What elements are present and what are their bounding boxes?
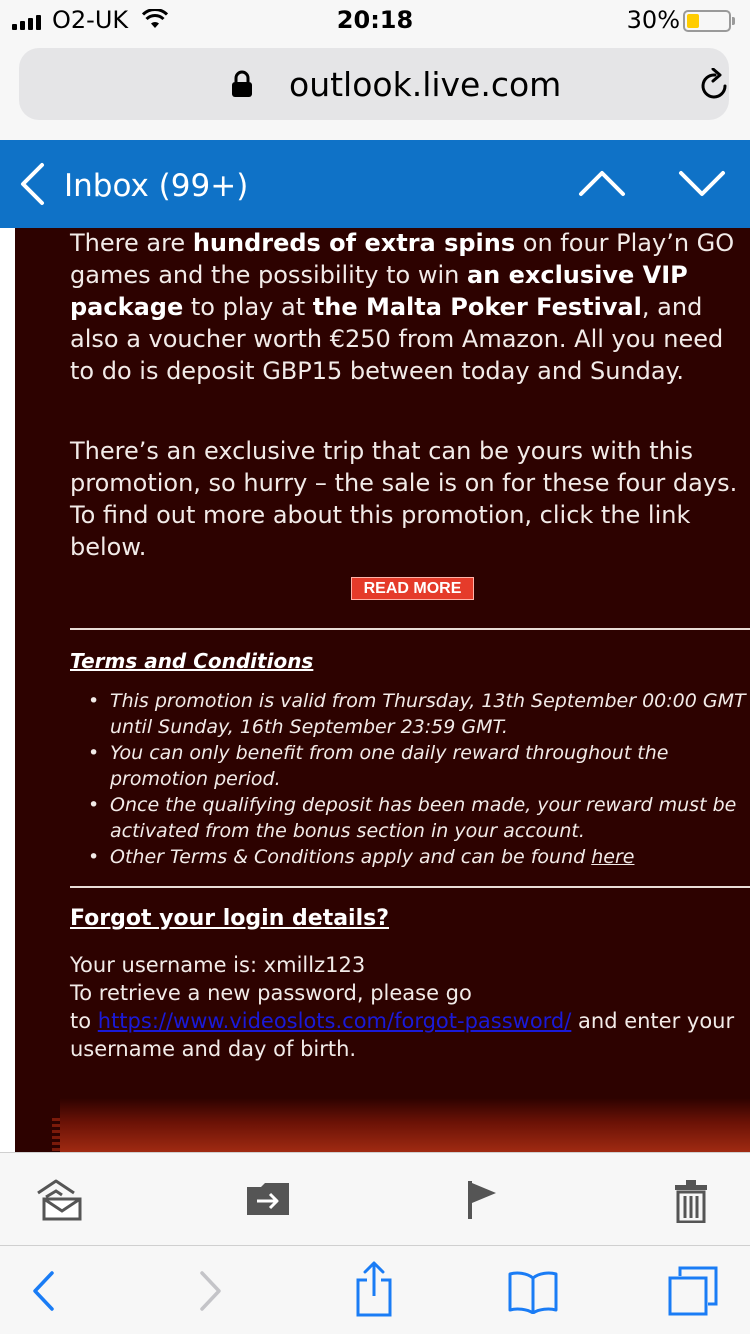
terms-list: This promotion is valid from Thursday, 1…	[88, 688, 748, 870]
forgot-password-link[interactable]: https://www.videoslots.com/forgot-passwo…	[98, 1009, 572, 1033]
trip-paragraph: There’s an exclusive trip that can be yo…	[70, 437, 738, 561]
status-bar: O2-UK 20:18 30%	[0, 0, 750, 40]
share-icon[interactable]	[354, 1260, 394, 1318]
promo-highlight: the Malta Poker Festival	[312, 293, 642, 321]
forgot-login-heading[interactable]: Forgot your login details?	[70, 906, 389, 931]
retrieve-line: To retrieve a new password, please go	[70, 981, 472, 1005]
forgot-login-text: Your username is: xmillz123 To retrieve …	[70, 951, 750, 1063]
terms-item: This promotion is valid from Thursday, 1…	[88, 688, 748, 740]
inbox-back-link[interactable]: Inbox (99+)	[64, 168, 248, 204]
reply-envelope-icon[interactable]	[36, 1179, 82, 1221]
battery-fill	[687, 14, 699, 28]
chevron-down-icon[interactable]	[678, 168, 726, 198]
terms-item: You can only benefit from one daily rewa…	[88, 740, 748, 792]
battery-icon	[683, 10, 731, 32]
bookmarks-icon[interactable]	[507, 1270, 559, 1314]
email-panel: There are hundreds of extra spins on fou…	[15, 228, 750, 1152]
username-line: Your username is: xmillz123	[70, 953, 366, 977]
battery-nub	[732, 17, 735, 25]
back-arrow-icon[interactable]	[30, 1270, 56, 1312]
retrieve-to: to	[70, 1009, 98, 1033]
url-text: outlook.live.com	[289, 65, 562, 104]
chevron-left-icon[interactable]	[18, 162, 46, 206]
divider	[70, 628, 750, 630]
tabs-icon[interactable]	[668, 1266, 718, 1316]
mail-toolbar	[0, 1152, 750, 1245]
read-more-button[interactable]: READ MORE	[351, 577, 474, 600]
reload-icon[interactable]	[699, 68, 731, 102]
terms-item: Once the qualifying deposit has been mad…	[88, 792, 748, 844]
flag-icon[interactable]	[465, 1179, 499, 1221]
mail-header: Inbox (99+)	[0, 140, 750, 228]
safari-toolbar	[0, 1245, 750, 1334]
chevron-up-icon[interactable]	[578, 168, 626, 198]
promo-text: There are	[70, 229, 193, 257]
promo-paragraph: There are hundreds of extra spins on fou…	[70, 228, 750, 387]
browser-chrome: outlook.live.com	[0, 40, 750, 140]
email-body[interactable]: There are hundreds of extra spins on fou…	[0, 228, 750, 1152]
terms-heading[interactable]: Terms and Conditions	[70, 649, 313, 673]
promo-highlight: hundreds of extra spins	[192, 229, 516, 257]
address-bar[interactable]: outlook.live.com	[19, 48, 729, 120]
email-footer-glow	[60, 1098, 750, 1152]
terms-item: Other Terms & Conditions apply and can b…	[88, 844, 748, 870]
trash-icon[interactable]	[673, 1179, 709, 1223]
forward-arrow-icon[interactable]	[198, 1270, 224, 1312]
terms-item-text: Other Terms & Conditions apply and can b…	[110, 846, 592, 868]
lock-icon	[232, 70, 252, 97]
move-to-folder-icon[interactable]	[245, 1179, 291, 1219]
terms-here-link[interactable]: here	[591, 846, 634, 868]
battery-percent: 30%	[626, 6, 680, 34]
promo-text: to play at	[183, 293, 313, 321]
divider	[70, 886, 750, 888]
